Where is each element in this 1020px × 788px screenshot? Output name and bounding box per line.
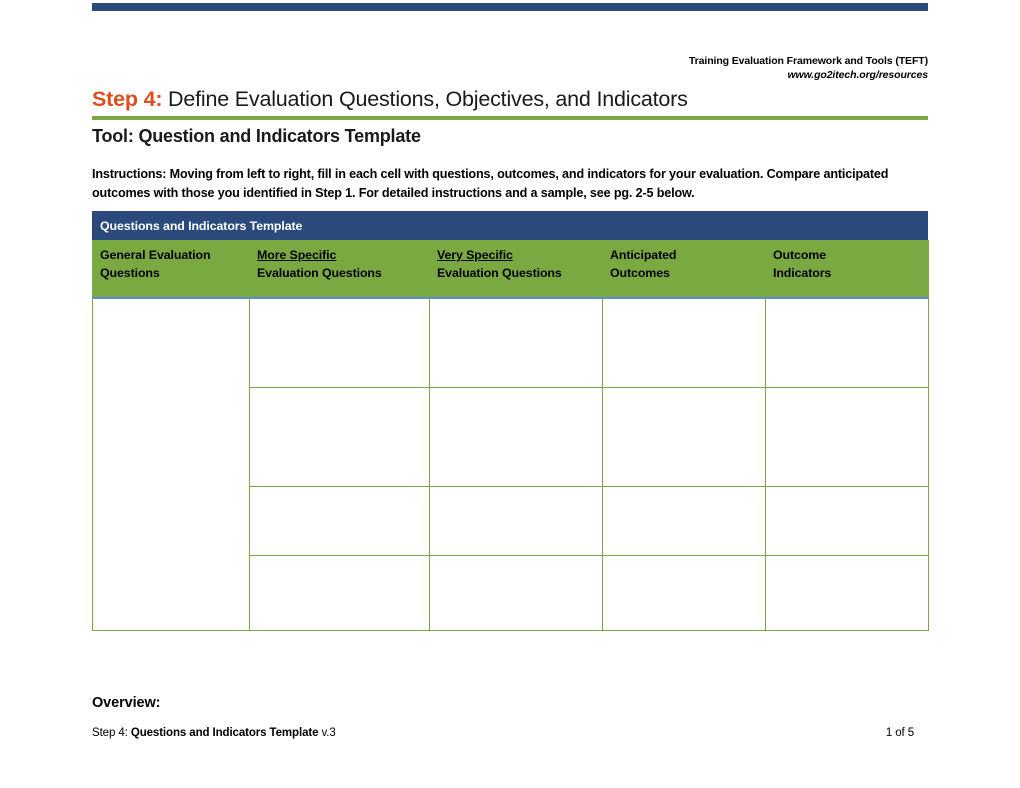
- column-header-line2: Indicators: [773, 265, 832, 280]
- table-row: [92, 297, 929, 631]
- column-header-more-specific-evaluation-questions: More Specific Evaluation Questions: [249, 240, 430, 299]
- step-label: Step 4:: [92, 87, 163, 111]
- tool-subtitle: Tool: Question and Indicators Template: [92, 126, 421, 146]
- questions-indicators-table: Questions and Indicators Template Genera…: [92, 211, 929, 631]
- cell-outcome-indicators-4[interactable]: [765, 555, 929, 631]
- cell-anticipated-outcomes-1[interactable]: [602, 297, 766, 388]
- column-header-line1: Anticipated: [610, 248, 677, 262]
- cell-more-specific-4[interactable]: [249, 555, 430, 631]
- column-header-outcome-indicators: Outcome Indicators: [765, 240, 929, 299]
- column-header-line2: Evaluation Questions: [257, 265, 382, 280]
- column-header-line1: Very Specific: [437, 248, 513, 262]
- cell-more-specific-3[interactable]: [249, 486, 430, 556]
- column-header-line2: Evaluation Questions: [437, 265, 562, 280]
- cell-very-specific-2[interactable]: [429, 387, 603, 487]
- cell-outcome-indicators-2[interactable]: [765, 387, 929, 487]
- title-divider: [92, 116, 928, 120]
- document-page: Training Evaluation Framework and Tools …: [0, 0, 1020, 788]
- cell-anticipated-outcomes-4[interactable]: [602, 555, 766, 631]
- footer-title: Questions and Indicators Template: [130, 727, 319, 739]
- table-header-row: General Evaluation Questions More Specif…: [92, 240, 929, 299]
- column-header-line2: Outcomes: [610, 265, 670, 280]
- page-footer: Step 4: Questions and Indicators Templat…: [92, 727, 914, 739]
- cell-more-specific-1[interactable]: [249, 297, 430, 388]
- cell-very-specific-1[interactable]: [429, 297, 603, 388]
- step-title-text: Define Evaluation Questions, Objectives,…: [162, 87, 688, 111]
- footer-page-number: 1 of 5: [885, 727, 914, 739]
- column-header-anticipated-outcomes: Anticipated Outcomes: [602, 240, 766, 299]
- footer-left: Step 4: Questions and Indicators Templat…: [92, 727, 336, 739]
- footer-prefix: Step 4:: [92, 727, 131, 739]
- cell-outcome-indicators-3[interactable]: [765, 486, 929, 556]
- column-header-line1: General Evaluation: [100, 248, 211, 262]
- column-header-line2: Questions: [100, 265, 160, 280]
- instructions-text: Instructions: Moving from left to right,…: [92, 167, 889, 200]
- running-header-url: www.go2itech.org/resources: [787, 69, 928, 82]
- column-header-line1: More Specific: [257, 248, 337, 262]
- cell-very-specific-4[interactable]: [429, 555, 603, 631]
- page-title: Step 4: Define Evaluation Questions, Obj…: [92, 86, 928, 113]
- cell-outcome-indicators-1[interactable]: [765, 297, 929, 388]
- column-header-line1: Outcome: [773, 248, 827, 262]
- footer-version: v.3: [318, 727, 336, 739]
- running-header: Training Evaluation Framework and Tools …: [92, 55, 928, 82]
- cell-general-evaluation-questions[interactable]: [92, 297, 250, 631]
- top-accent-bar: [92, 3, 928, 11]
- table-grid: General Evaluation Questions More Specif…: [92, 240, 929, 631]
- cell-more-specific-2[interactable]: [249, 387, 430, 487]
- running-header-title: Training Evaluation Framework and Tools …: [688, 55, 928, 67]
- overview-heading: Overview:: [92, 695, 161, 711]
- cell-anticipated-outcomes-2[interactable]: [602, 387, 766, 487]
- column-header-general-evaluation-questions: General Evaluation Questions: [92, 240, 250, 299]
- table-caption: Questions and Indicators Template: [92, 211, 928, 240]
- cell-very-specific-3[interactable]: [429, 486, 603, 556]
- column-header-very-specific-evaluation-questions: Very Specific Evaluation Questions: [429, 240, 603, 299]
- cell-anticipated-outcomes-3[interactable]: [602, 486, 766, 556]
